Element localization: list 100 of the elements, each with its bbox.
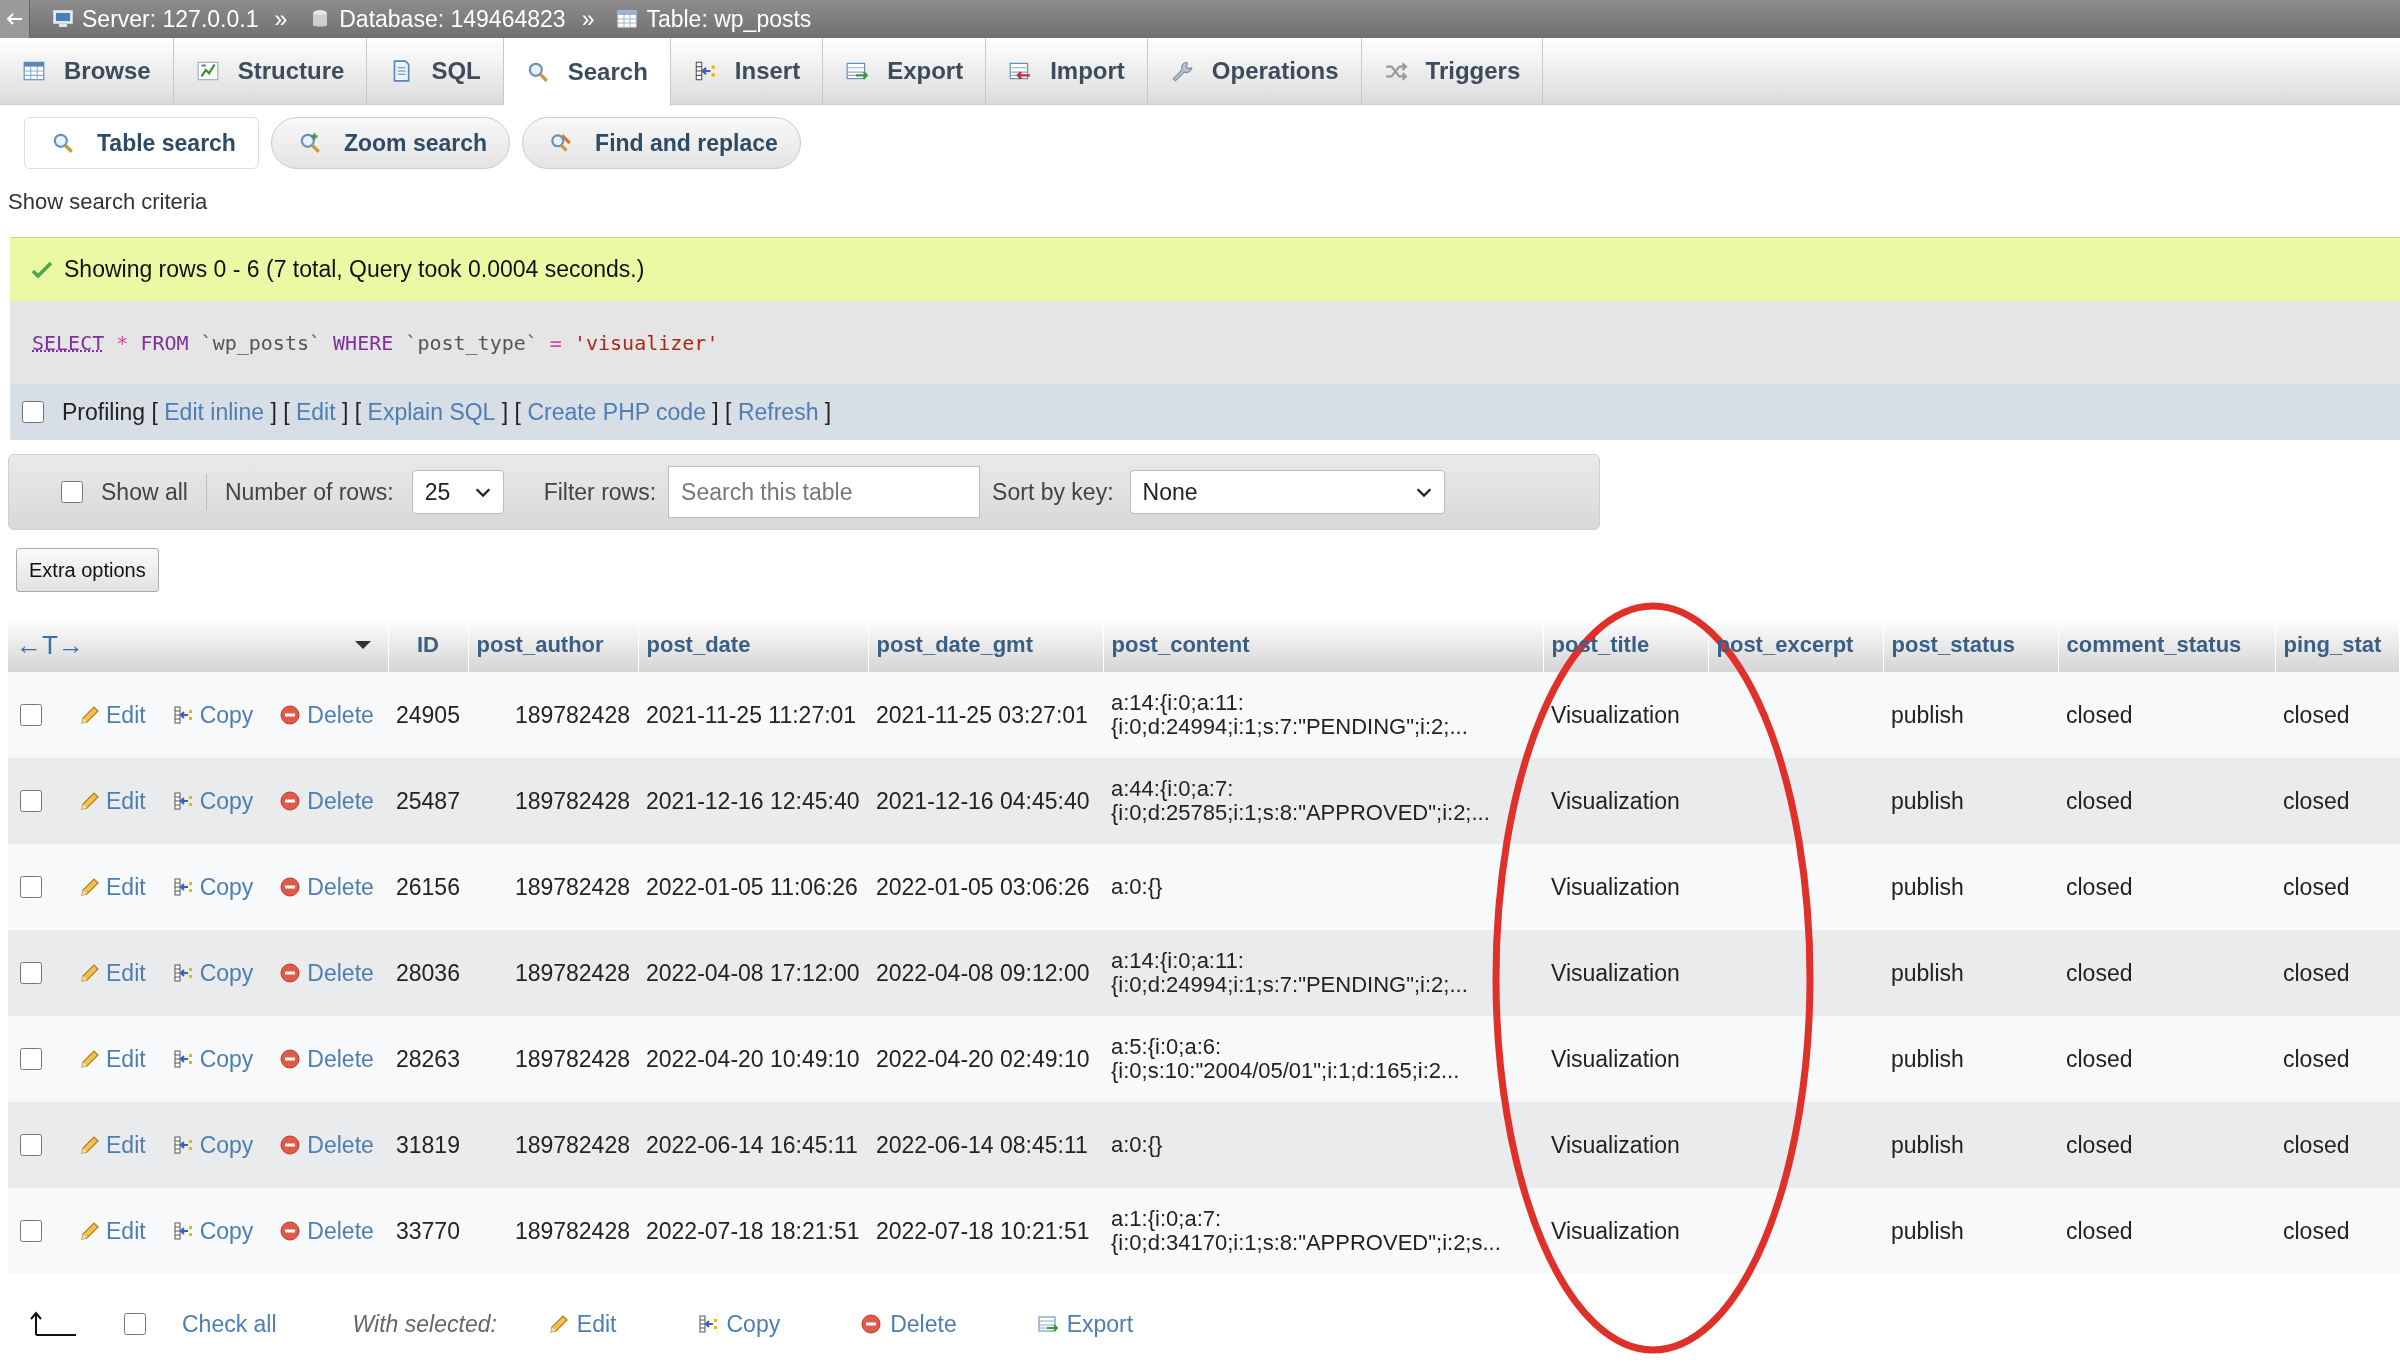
table-cell: closed (2283, 873, 2350, 900)
minus-circle-icon (279, 1048, 302, 1070)
table-cell: 189782428 (514, 959, 630, 986)
bracket: ] (341, 398, 349, 426)
tab[interactable]: Browse (0, 38, 174, 104)
row-checkbox[interactable] (20, 876, 42, 898)
pencil-icon (78, 1220, 100, 1242)
show-all-label: Show all (101, 478, 188, 506)
copy-link[interactable]: Copy (171, 787, 254, 815)
edit-link[interactable]: Edit (78, 1131, 146, 1159)
table-cell: 25487 (396, 787, 460, 814)
column-controls[interactable]: ←T→ (16, 629, 84, 661)
show-criteria-link[interactable]: Show search criteria (8, 189, 208, 215)
copy-link[interactable]: Copy (171, 873, 254, 901)
table-cell: closed (2066, 1217, 2133, 1244)
show-all-checkbox[interactable] (61, 481, 83, 503)
table-cell: 2022-04-20 02:49:10 (876, 1045, 1090, 1072)
subtab-button[interactable]: Table search (24, 117, 259, 169)
edit-link[interactable]: Edit (78, 959, 146, 987)
monitor-icon (52, 8, 74, 30)
table-cell: 189782428 (514, 1217, 630, 1244)
pencil-icon (78, 1048, 100, 1070)
bulk-action-link[interactable]: Export (1036, 1310, 1134, 1338)
tab[interactable]: SQL (367, 38, 504, 104)
column-header[interactable]: ID (417, 632, 439, 657)
sort-select[interactable]: None (1129, 470, 1445, 514)
action-link[interactable]: Refresh (737, 398, 819, 426)
delete-link[interactable]: Delete (279, 959, 374, 987)
check-all-link[interactable]: Check all (182, 1310, 277, 1338)
bracket: [ (150, 398, 159, 426)
row-checkbox[interactable] (20, 1134, 42, 1156)
action-link[interactable]: Explain SQL (367, 398, 496, 426)
action-link[interactable]: Create PHP code (527, 398, 706, 426)
bulk-action-link[interactable]: Delete (860, 1310, 957, 1338)
action-link[interactable]: Edit (295, 398, 336, 426)
bulk-action-link[interactable]: Edit (546, 1310, 617, 1338)
table-cell: 2022-04-20 10:49:10 (646, 1045, 860, 1072)
breadcrumb-link[interactable]: Server: 127.0.0.1 (52, 5, 259, 33)
row-checkbox[interactable] (20, 704, 42, 726)
pencil-icon (78, 704, 100, 726)
table-cell-text: a:0:{} (1111, 1132, 1164, 1158)
tab[interactable]: Operations (1147, 38, 1362, 104)
table-cell: publish (1891, 1045, 1964, 1072)
insert-row-icon (171, 1220, 194, 1242)
table-cell: closed (2283, 1131, 2350, 1158)
rows-select[interactable]: 25 (411, 470, 504, 514)
table-cell: Visualization (1551, 1217, 1680, 1244)
edit-link[interactable]: Edit (78, 1217, 146, 1245)
row-checkbox[interactable] (20, 962, 42, 984)
row-checkbox[interactable] (20, 1048, 42, 1070)
delete-link[interactable]: Delete (279, 873, 374, 901)
row-checkbox[interactable] (20, 1220, 42, 1242)
table-cell: 2021-12-16 04:45:40 (876, 787, 1090, 814)
bracket: ] (711, 398, 719, 426)
subtab-button[interactable]: Zoom search (270, 117, 511, 169)
copy-link[interactable]: Copy (171, 1045, 254, 1073)
delete-link[interactable]: Delete (279, 1131, 374, 1159)
pencil-icon (78, 962, 100, 984)
check-all-checkbox[interactable] (124, 1313, 146, 1335)
edit-link[interactable]: Edit (78, 787, 146, 815)
edit-link[interactable]: Edit (78, 701, 146, 729)
action-link[interactable]: Edit inline (164, 398, 264, 426)
column-header[interactable]: post_content (1111, 632, 1250, 657)
table-cell: Visualization (1551, 1045, 1680, 1072)
copy-link[interactable]: Copy (171, 1131, 254, 1159)
delete-link[interactable]: Delete (279, 701, 374, 729)
breadcrumb-link[interactable]: Database: 149464823 (309, 5, 566, 33)
bracket: [ (282, 398, 291, 426)
bulk-action-link[interactable]: Copy (696, 1310, 781, 1338)
tab[interactable]: Insert (670, 38, 824, 104)
table-cell: closed (2283, 959, 2350, 986)
insert-row-icon (171, 876, 194, 898)
copy-link[interactable]: Copy (171, 701, 254, 729)
back-button[interactable] (0, 0, 30, 38)
copy-link[interactable]: Copy (171, 1217, 254, 1245)
table-cell: publish (1891, 959, 1964, 986)
row-checkbox[interactable] (20, 790, 42, 812)
extra-options-button[interactable]: Extra options (16, 548, 159, 592)
table-cell: closed (2283, 1045, 2350, 1072)
table-cell: 2021-11-25 03:27:01 (876, 701, 1088, 728)
filter-field[interactable]: Search this table (668, 466, 981, 518)
pencil-icon (78, 876, 100, 898)
table-cell: closed (2283, 1217, 2350, 1244)
table-cell: 2021-11-25 11:27:01 (646, 701, 857, 728)
profiling-checkbox[interactable] (22, 401, 44, 423)
delete-link[interactable]: Delete (279, 1045, 374, 1073)
copy-link[interactable]: Copy (171, 959, 254, 987)
tab[interactable]: Search (503, 38, 671, 106)
minus-circle-icon (279, 962, 302, 984)
insert-row-icon (171, 962, 194, 984)
tab[interactable]: Structure (173, 38, 368, 104)
delete-link[interactable]: Delete (279, 1217, 374, 1245)
edit-link[interactable]: Edit (78, 1045, 146, 1073)
tab[interactable]: Triggers (1361, 38, 1544, 104)
edit-link[interactable]: Edit (78, 873, 146, 901)
tab[interactable]: Import (986, 38, 1148, 104)
subtab-button[interactable]: Find and replace (522, 117, 801, 169)
tab[interactable]: Export (823, 38, 987, 104)
breadcrumb-link[interactable]: Table: wp_posts (616, 5, 812, 33)
delete-link[interactable]: Delete (279, 787, 374, 815)
